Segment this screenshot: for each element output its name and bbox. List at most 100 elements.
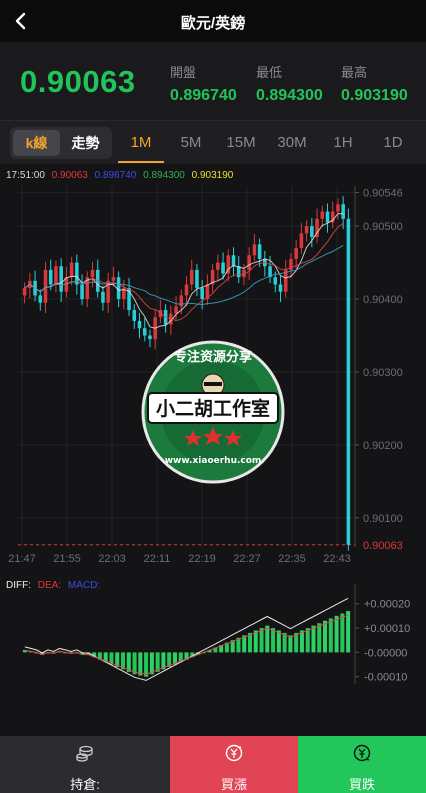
- low-value: 0.894300: [256, 87, 323, 104]
- candle: [80, 284, 84, 300]
- candle: [90, 269, 95, 278]
- macd-legend: DIFF: DEA: MACD:: [6, 580, 104, 591]
- macd-bar: [132, 652, 137, 675]
- candle: [273, 277, 278, 285]
- tab-timeframe-1h[interactable]: 1H: [318, 134, 368, 151]
- candle: [299, 233, 304, 248]
- chart-area[interactable]: 17:51:00 0.90063 0.896740 0.894300 0.903…: [0, 164, 426, 736]
- tab-timeframe-5m[interactable]: 5M: [166, 134, 216, 151]
- candle: [320, 211, 325, 219]
- x-tick-label: 22:27: [233, 553, 261, 565]
- high-column: 最高 0.903190: [341, 62, 408, 105]
- x-tick-label: 21:47: [8, 553, 36, 565]
- candle: [43, 269, 48, 303]
- buy-down-label: 買跌: [348, 777, 375, 792]
- x-tick-label: 22:03: [98, 553, 126, 565]
- tab-timeframe-15m[interactable]: 15M: [216, 134, 266, 151]
- candle: [236, 266, 241, 278]
- macd-bar: [305, 628, 310, 653]
- candle: [304, 226, 309, 234]
- current-price: 0.90063: [20, 64, 136, 99]
- candle: [200, 288, 204, 300]
- candle: [325, 211, 330, 223]
- chart-tabs: k線 走勢 1M 5M 15M 30M 1H 1D: [0, 120, 426, 164]
- candle: [111, 277, 116, 281]
- macd-legend-dea: DEA:: [37, 580, 62, 591]
- candle: [294, 247, 298, 259]
- current-price-label: 0.90063: [363, 540, 403, 552]
- macd-bar: [346, 611, 351, 653]
- candle: [247, 255, 251, 270]
- candle: [184, 284, 189, 296]
- open-label: 開盤: [170, 65, 197, 80]
- candle: [310, 226, 314, 238]
- candle: [38, 295, 43, 303]
- tab-kline[interactable]: k線: [13, 130, 60, 156]
- candle: [252, 244, 257, 256]
- macd-bar: [259, 628, 264, 653]
- chart-mode-toggle: k線 走勢: [10, 127, 112, 159]
- x-tick-label: 22:43: [323, 553, 351, 565]
- page-title: 歐元/英鎊: [180, 15, 246, 32]
- y-tick-label: 0.90200: [363, 440, 403, 452]
- yen-up-icon: [225, 744, 243, 762]
- tab-timeframe-1m[interactable]: 1M: [116, 134, 166, 151]
- holdings-button[interactable]: 持倉:: [0, 736, 170, 793]
- low-column: 最低 0.894300: [256, 62, 323, 105]
- x-tick-label: 22:35: [278, 553, 306, 565]
- candle: [216, 262, 220, 270]
- y-tick-label: 0.90546: [363, 188, 403, 200]
- buy-up-button[interactable]: 買漲: [170, 736, 298, 793]
- candle: [137, 320, 142, 329]
- macd-y-tick-label: +0.00020: [364, 599, 410, 611]
- candle: [231, 255, 236, 267]
- tab-timeframe-30m[interactable]: 30M: [267, 134, 317, 151]
- open-value: 0.896740: [170, 87, 237, 104]
- candle: [195, 269, 199, 289]
- macd-bar: [311, 625, 316, 653]
- candle: [48, 269, 53, 285]
- watermark-top-text: 专注资源分享: [174, 349, 252, 365]
- high-label: 最高: [341, 65, 368, 80]
- macd-bar: [138, 652, 143, 676]
- holdings-label: 持倉:: [70, 777, 100, 792]
- candle: [336, 204, 340, 212]
- macd-bar: [265, 625, 270, 653]
- candle: [257, 244, 262, 259]
- candle: [54, 266, 58, 285]
- candle: [341, 204, 345, 219]
- macd-bar: [323, 620, 328, 653]
- top-bar: 歐元/英鎊: [0, 0, 426, 42]
- macd-bar: [299, 630, 304, 653]
- macd-bar: [149, 652, 154, 675]
- candle: [221, 262, 225, 274]
- candle: [174, 306, 178, 314]
- candle: [22, 288, 27, 296]
- yen-down-icon: [353, 744, 371, 762]
- buy-down-button[interactable]: 買跌: [298, 736, 426, 793]
- macd-bar: [288, 635, 293, 653]
- buy-up-label: 買漲: [220, 777, 247, 792]
- macd-bar: [271, 628, 276, 653]
- macd-bar: [144, 652, 149, 677]
- macd-bar: [334, 615, 339, 653]
- candle: [116, 277, 121, 300]
- x-tick-label: 21:55: [53, 553, 81, 565]
- high-value: 0.903190: [341, 87, 408, 104]
- coins-icon: [76, 745, 93, 762]
- macd-y-tick-label: -0.00000: [364, 647, 407, 659]
- tab-trend[interactable]: 走勢: [62, 130, 109, 156]
- candle: [189, 269, 194, 285]
- candle: [101, 291, 105, 303]
- candle: [59, 266, 63, 292]
- bottom-action-bar: 持倉: 買漲 買跌: [0, 736, 426, 793]
- x-tick-label: 22:11: [144, 553, 171, 565]
- active-tab-indicator: [118, 161, 164, 163]
- macd-bar: [340, 613, 345, 653]
- x-tick-label: 22:19: [188, 553, 216, 565]
- tab-timeframe-1d[interactable]: 1D: [368, 134, 418, 151]
- macd-bar: [328, 618, 333, 653]
- macd-diff-line: [24, 597, 349, 681]
- y-tick-label: 0.90300: [363, 367, 403, 379]
- watermark-main-text: 小二胡工作室: [156, 397, 270, 420]
